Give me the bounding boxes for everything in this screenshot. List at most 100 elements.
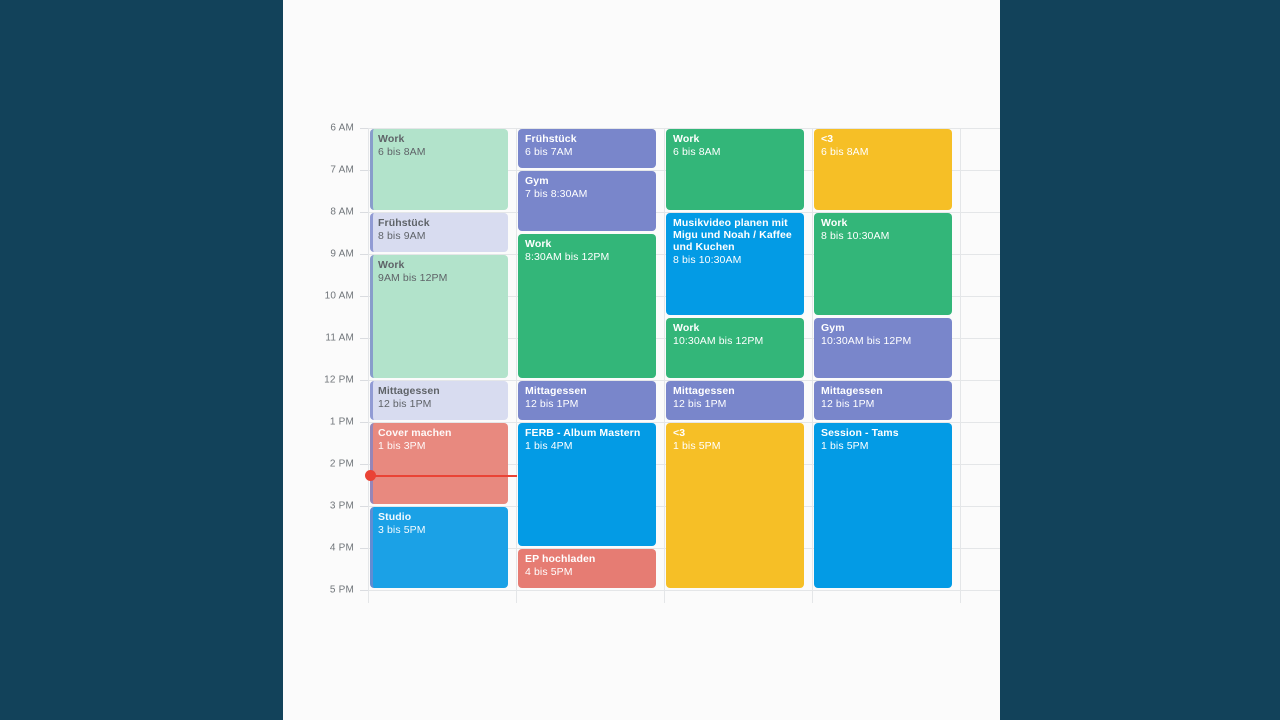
calendar-event[interactable]: Work 8 bis 10:30AM [814,213,952,315]
event-title: Work [673,322,700,334]
calendar-event[interactable]: Frühstück 6 bis 7AM [518,129,656,168]
calendar-event[interactable]: EP hochladen 4 bis 5PM [518,549,656,588]
event-title: Work [378,133,405,145]
event-title: EP hochladen [525,553,596,565]
event-time: 1 bis 5PM [821,440,869,453]
calendar-event[interactable]: Mittagessen 12 bis 1PM [814,381,952,420]
time-axis-tick [360,590,368,591]
time-axis-tick [360,422,368,423]
time-axis-gutter: 6 AM 7 AM 8 AM 9 AM 10 AM 11 AM 12 PM 1 PM 2 PM 3… [283,0,368,720]
event-time: 6 bis 8AM [673,146,721,159]
calendar-event[interactable]: Work 9AM bis 12PM [370,255,508,378]
event-title: <3 [673,427,686,439]
event-time: 8 bis 9AM [378,230,426,243]
event-title: Session - Tams [821,427,899,439]
event-time: 12 bis 1PM [673,398,727,411]
event-title: Mittagessen [673,385,735,397]
event-time: 10:30AM bis 12PM [821,335,912,348]
time-axis-label: 2 PM [329,458,354,470]
time-axis-tick [360,338,368,339]
time-axis-tick [360,128,368,129]
event-title: Studio [378,511,412,523]
calendar-page: 6 AM 7 AM 8 AM 9 AM 10 AM 11 AM 12 PM 1 PM 2 PM 3… [283,0,1000,720]
time-axis-label: 8 AM [330,206,354,218]
time-axis-tick [360,296,368,297]
time-axis-label: 6 AM [330,122,354,134]
calendar-event[interactable]: Gym 10:30AM bis 12PM [814,318,952,378]
calendar-event[interactable]: <3 6 bis 8AM [814,129,952,210]
event-title: Gym [525,175,549,187]
day-column-separator [960,128,961,603]
event-title: FERB - Album Mastern [525,427,641,439]
event-time: 8 bis 10:30AM [821,230,890,243]
time-axis-tick [360,506,368,507]
event-time: 3 bis 5PM [378,524,426,537]
time-axis-tick [360,380,368,381]
calendar-event[interactable]: Cover machen 1 bis 3PM [370,423,508,504]
calendar-event[interactable]: Frühstück 8 bis 9AM [370,213,508,252]
event-time: 6 bis 8AM [378,146,426,159]
event-title: Musikvideo planen mit Migu und Noah / Ka… [673,217,792,254]
time-axis-label: 9 AM [330,248,354,260]
calendar-event[interactable]: Mittagessen 12 bis 1PM [518,381,656,420]
event-title: Mittagessen [821,385,883,397]
event-title: Work [525,238,552,250]
event-title: Work [378,259,405,271]
calendar-event[interactable]: Mittagessen 12 bis 1PM [666,381,804,420]
time-axis-label: 5 PM [329,584,354,596]
day-column-3[interactable]: Work 6 bis 8AM Musikvideo planen mit Migu … [664,0,812,720]
event-title: Frühstück [378,217,430,229]
event-time: 1 bis 3PM [378,440,426,453]
event-title: Work [673,133,700,145]
event-time: 8 bis 10:30AM [673,254,742,267]
event-time: 4 bis 5PM [525,566,573,579]
event-time: 7 bis 8:30AM [525,188,588,201]
day-column-2[interactable]: Frühstück 6 bis 7AM Gym 7 bis 8:30AM Work 8:3… [516,0,664,720]
time-axis-tick [360,212,368,213]
calendar-event[interactable]: <3 1 bis 5PM [666,423,804,588]
time-axis-label: 4 PM [329,542,354,554]
calendar-event[interactable]: Work 6 bis 8AM [666,129,804,210]
event-time: 8:30AM bis 12PM [525,251,610,264]
event-time: 10:30AM bis 12PM [673,335,764,348]
calendar-event[interactable]: Work 6 bis 8AM [370,129,508,210]
event-time: 1 bis 5PM [673,440,721,453]
calendar-event[interactable]: Studio 3 bis 5PM [370,507,508,588]
calendar-event[interactable]: Musikvideo planen mit Migu und Noah / Ka… [666,213,804,315]
time-axis-tick [360,170,368,171]
calendar-event[interactable]: Work 10:30AM bis 12PM [666,318,804,378]
event-title: Frühstück [525,133,577,145]
time-axis-tick [360,548,368,549]
current-time-dot [365,470,376,481]
day-column-1[interactable]: Work 6 bis 8AM Frühstück 8 bis 9AM Work 9AM b… [368,0,516,720]
calendar-event[interactable]: Work 8:30AM bis 12PM [518,234,656,378]
event-title: Cover machen [378,427,452,439]
time-axis-tick [360,464,368,465]
time-axis-label: 12 PM [324,374,354,386]
day-column-4[interactable]: <3 6 bis 8AM Work 8 bis 10:30AM Gym 10:30AM b… [812,0,960,720]
calendar-event[interactable]: FERB - Album Mastern 1 bis 4PM [518,423,656,546]
calendar-event[interactable]: Gym 7 bis 8:30AM [518,171,656,231]
current-time-line [369,474,517,477]
time-axis-label: 1 PM [329,416,354,428]
event-time: 6 bis 8AM [821,146,869,159]
event-title: <3 [821,133,834,145]
event-title: Mittagessen [378,385,440,397]
event-time: 12 bis 1PM [525,398,579,411]
time-axis-label: 3 PM [329,500,354,512]
time-axis-label: 10 AM [324,290,354,302]
event-title: Gym [821,322,845,334]
event-time: 12 bis 1PM [378,398,432,411]
event-time: 1 bis 4PM [525,440,573,453]
week-grid[interactable]: 6 AM 7 AM 8 AM 9 AM 10 AM 11 AM 12 PM 1 PM 2 PM 3… [283,0,1000,720]
event-time: 6 bis 7AM [525,146,573,159]
time-axis-tick [360,254,368,255]
calendar-event[interactable]: Mittagessen 12 bis 1PM [370,381,508,420]
screen: 6 AM 7 AM 8 AM 9 AM 10 AM 11 AM 12 PM 1 PM 2 PM 3… [0,0,1280,720]
time-axis-label: 11 AM [325,332,354,344]
event-time: 12 bis 1PM [821,398,875,411]
calendar-event[interactable]: Session - Tams 1 bis 5PM [814,423,952,588]
event-time: 9AM bis 12PM [378,272,448,285]
grid-body[interactable]: Work 6 bis 8AM Frühstück 8 bis 9AM Work 9AM b… [365,0,1000,720]
event-title: Work [821,217,848,229]
